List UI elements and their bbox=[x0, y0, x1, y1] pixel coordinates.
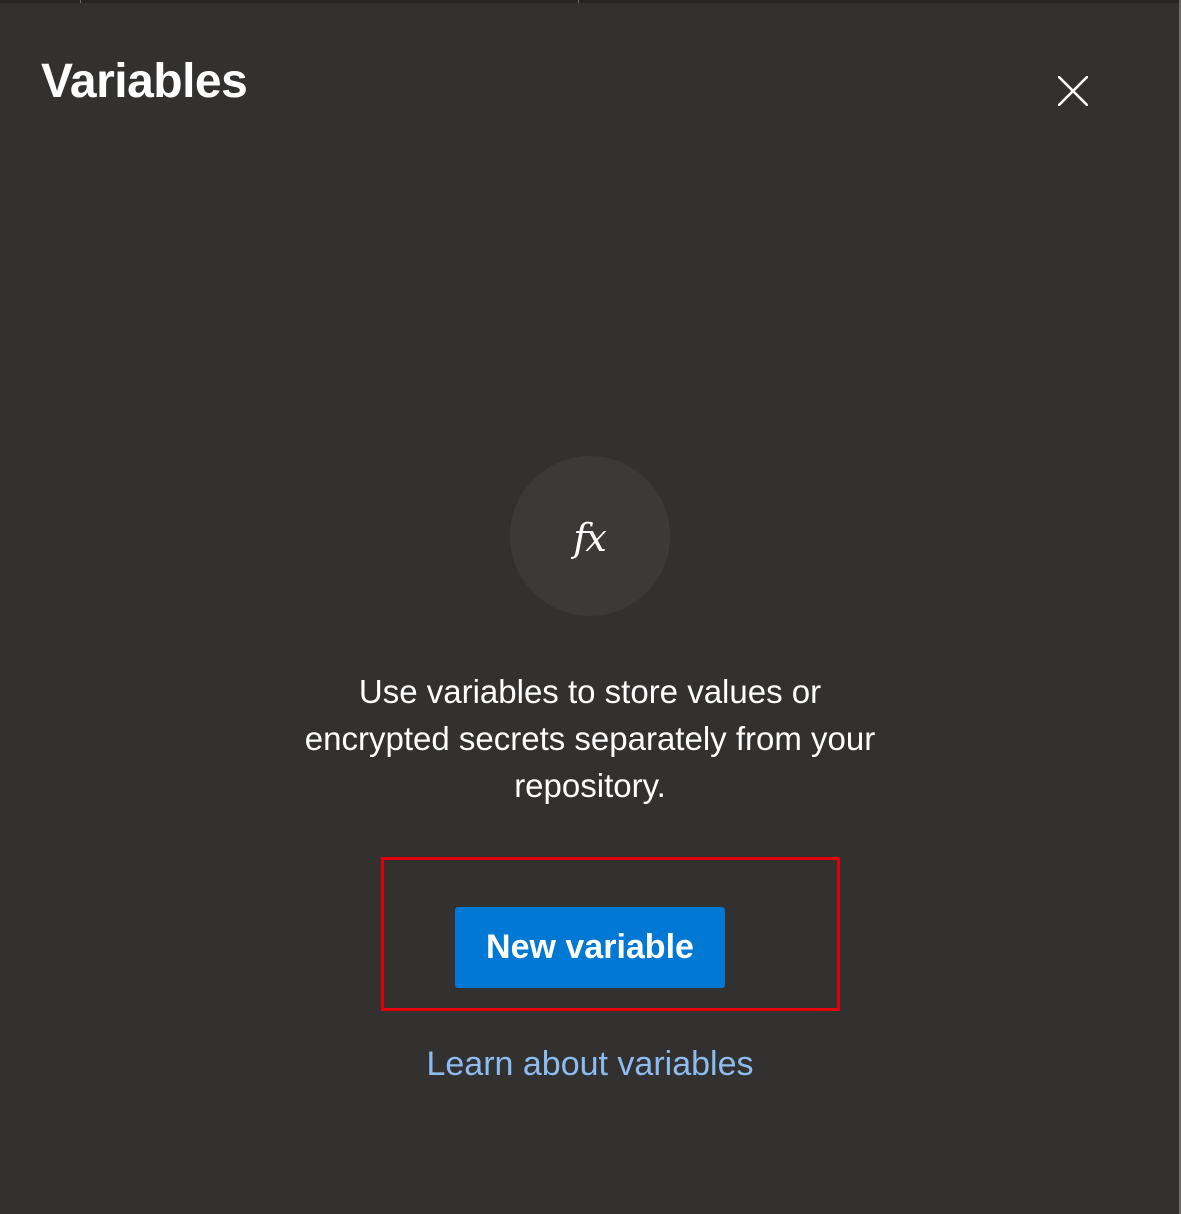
new-variable-button[interactable]: New variable bbox=[455, 907, 725, 988]
function-fx-icon-container: fx bbox=[510, 456, 670, 616]
top-edge-strip bbox=[0, 0, 1181, 3]
top-edge-divider bbox=[578, 0, 579, 3]
panel-title: Variables bbox=[41, 55, 248, 108]
empty-state-description: Use variables to store values or encrypt… bbox=[304, 673, 876, 804]
function-fx-icon: fx bbox=[573, 516, 606, 560]
learn-about-variables-link[interactable]: Learn about variables bbox=[290, 1042, 890, 1086]
close-button[interactable] bbox=[1050, 68, 1096, 114]
top-edge-divider bbox=[80, 0, 81, 3]
close-icon bbox=[1058, 76, 1088, 106]
